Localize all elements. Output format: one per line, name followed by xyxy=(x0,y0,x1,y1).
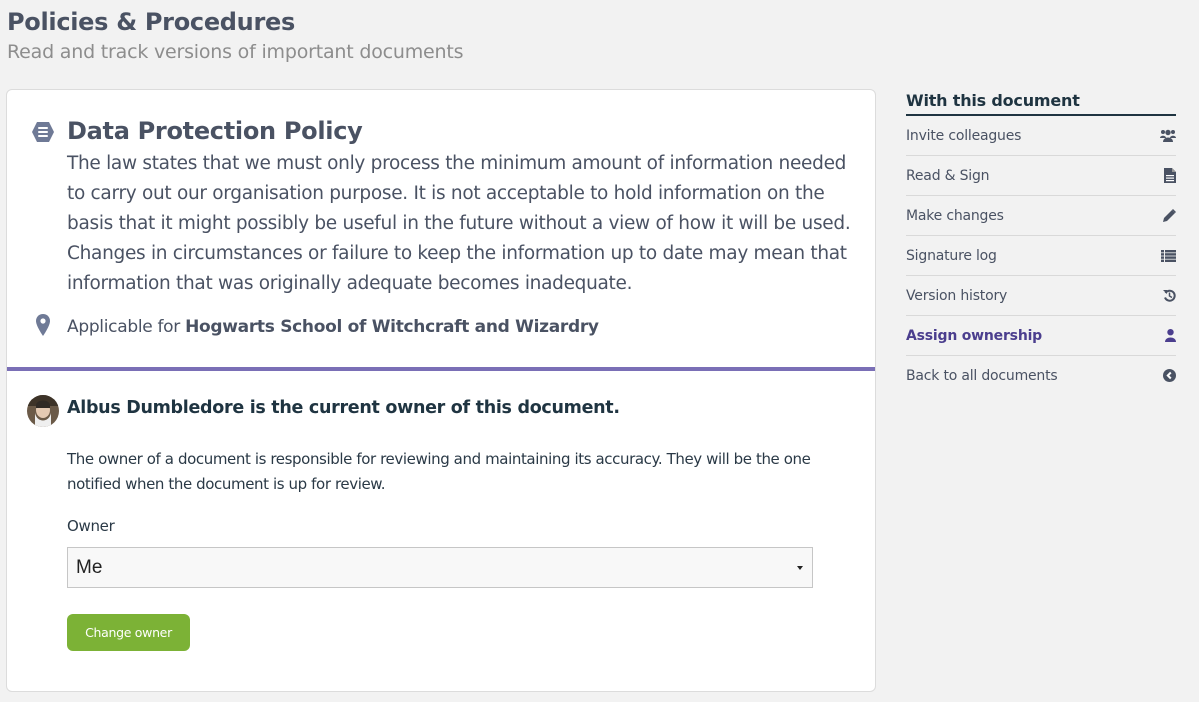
sidebar-item-label: Read & Sign xyxy=(906,167,990,184)
sidebar-list: Invite colleagues Read & Sign Make chang… xyxy=(906,116,1176,395)
change-owner-button[interactable]: Change owner xyxy=(67,614,190,651)
avatar xyxy=(27,395,59,427)
user-icon xyxy=(1160,328,1176,344)
sidebar-item-label: Back to all documents xyxy=(906,367,1058,384)
document-section: Data Protection Policy The law states th… xyxy=(7,90,875,367)
owner-label: Owner xyxy=(67,517,115,535)
page-subtitle: Read and track versions of important doc… xyxy=(7,41,464,63)
sidebar-item-back-to-all-documents[interactable]: Back to all documents xyxy=(906,356,1176,395)
ownership-section: Albus Dumbledore is the current owner of… xyxy=(7,371,875,691)
avatar-image xyxy=(27,395,59,427)
document-card: Data Protection Policy The law states th… xyxy=(6,89,876,692)
document-body: The law states that we must only process… xyxy=(67,153,851,294)
map-marker-icon xyxy=(36,314,50,336)
pencil-icon xyxy=(1160,208,1176,224)
caret-down-icon xyxy=(797,566,803,570)
users-icon xyxy=(1160,128,1176,144)
sidebar-item-assign-ownership[interactable]: Assign ownership xyxy=(906,316,1176,356)
sidebar-item-signature-log[interactable]: Signature log xyxy=(906,236,1176,276)
sidebar-heading: With this document xyxy=(906,89,1176,116)
document-title: Data Protection Policy xyxy=(67,117,363,145)
sidebar-item-label: Make changes xyxy=(906,207,1004,224)
owner-select[interactable]: Me xyxy=(67,547,813,588)
document-actions-sidebar: With this document Invite colleagues Rea… xyxy=(906,89,1176,395)
sidebar-item-invite-colleagues[interactable]: Invite colleagues xyxy=(906,116,1176,156)
file-icon xyxy=(1160,168,1176,184)
sidebar-item-version-history[interactable]: Version history xyxy=(906,276,1176,316)
ownership-description: The owner of a document is responsible f… xyxy=(67,450,811,493)
applicable-for: Applicable for Hogwarts School of Witchc… xyxy=(67,317,599,337)
sidebar-item-label: Signature log xyxy=(906,247,997,264)
page-title: Policies & Procedures xyxy=(7,8,295,36)
sidebar-item-label: Assign ownership xyxy=(906,327,1043,344)
chevron-left-circle-icon xyxy=(1160,368,1176,384)
applicable-prefix: Applicable for xyxy=(67,317,180,337)
sidebar-item-label: Version history xyxy=(906,287,1008,304)
list-icon xyxy=(1160,248,1176,264)
list-circle-icon xyxy=(32,122,54,142)
applicable-organisation: Hogwarts School of Witchcraft and Wizard… xyxy=(185,317,599,337)
sidebar-item-read-sign[interactable]: Read & Sign xyxy=(906,156,1176,196)
current-owner-heading: Albus Dumbledore is the current owner of… xyxy=(67,398,620,418)
page-header: Policies & Procedures Read and track ver… xyxy=(7,6,464,66)
owner-select-value: Me xyxy=(76,557,103,578)
sidebar-item-label: Invite colleagues xyxy=(906,127,1022,144)
sidebar-item-make-changes[interactable]: Make changes xyxy=(906,196,1176,236)
history-icon xyxy=(1160,288,1176,304)
